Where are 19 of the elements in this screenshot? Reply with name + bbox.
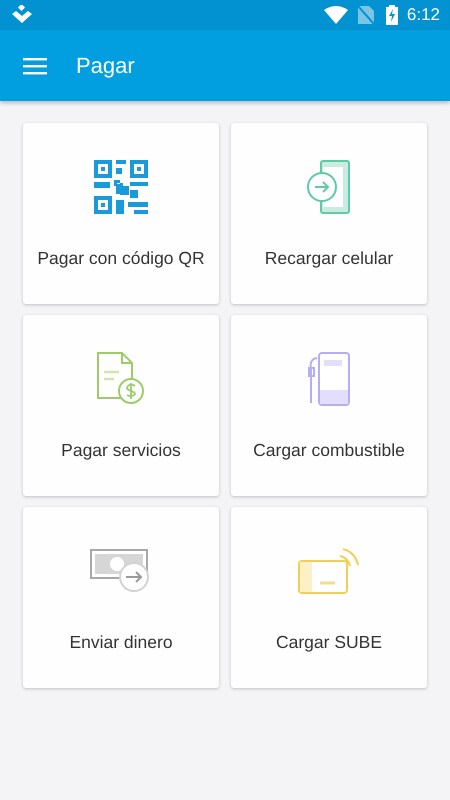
- fuel-pump-icon: [306, 352, 352, 406]
- option-card[interactable]: Cargar combustible: [231, 315, 427, 496]
- option-card[interactable]: Enviar dinero: [23, 507, 219, 688]
- app-logo-icon: [11, 5, 33, 25]
- qr-code-icon: [94, 160, 148, 214]
- no-sim-icon: [358, 6, 374, 24]
- screen-title: Pagar: [76, 52, 135, 78]
- menu-button[interactable]: [23, 56, 47, 74]
- option-card[interactable]: Recargar celular: [231, 123, 427, 304]
- wifi-icon: [324, 6, 348, 24]
- option-card[interactable]: Pagar con código QR: [23, 123, 219, 304]
- invoice-dollar-icon: [97, 352, 145, 406]
- battery-charging-icon: [386, 5, 398, 25]
- phone-arrow-icon: [306, 160, 352, 214]
- option-card[interactable]: Cargar SUBE: [231, 507, 427, 688]
- banknote-arrow-icon: [90, 549, 152, 593]
- option-card[interactable]: Pagar servicios: [23, 315, 219, 496]
- status-time: 6:12: [406, 5, 440, 25]
- card-signal-icon: [298, 548, 360, 594]
